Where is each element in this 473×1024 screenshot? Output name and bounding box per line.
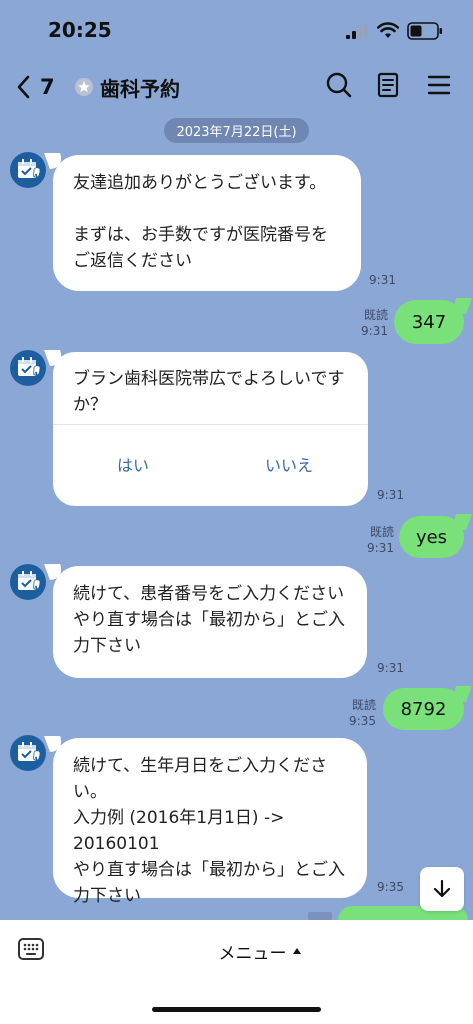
chat-title: 歯科予約 <box>100 76 180 101</box>
wifi-icon <box>377 22 399 38</box>
read-receipt: 既読 <box>351 698 376 712</box>
message-time: 9:31 <box>361 324 388 338</box>
arrow-down-icon <box>433 879 451 898</box>
outgoing-message[interactable]: yes <box>399 516 464 558</box>
triangle-up-icon <box>292 948 301 954</box>
message-text: 347 <box>411 311 447 333</box>
message-text: 続けて、生年月日をご入力ください。 入力例 (2016年1月1日) -> 201… <box>73 756 345 906</box>
bot-avatar[interactable] <box>10 564 46 600</box>
status-time: 20:25 <box>48 18 112 42</box>
message-time: 9:31 <box>377 488 404 502</box>
calendar-tooth-icon <box>18 571 41 590</box>
outgoing-message[interactable]: 347 <box>394 300 464 344</box>
card-question: ブラン歯科医院帯広でよろしいですか？ <box>73 369 345 415</box>
message-time: 9:31 <box>369 273 396 287</box>
message-text: yes <box>415 526 448 548</box>
incoming-message[interactable]: 続けて、生年月日をご入力ください。 入力例 (2016年1月1日) -> 201… <box>53 738 367 906</box>
no-button[interactable]: いいえ <box>265 452 313 476</box>
shield-icon <box>75 78 93 96</box>
unread-count: 7 <box>40 75 55 99</box>
message-time: 9:35 <box>349 714 376 728</box>
menu-icon[interactable] <box>422 68 456 102</box>
outgoing-message[interactable]: 8792 <box>383 688 464 730</box>
search-icon[interactable] <box>322 68 356 102</box>
calendar-tooth-icon <box>18 357 41 376</box>
home-indicator <box>152 1007 321 1012</box>
read-receipt: 既読 <box>369 525 394 539</box>
read-receipt <box>308 912 332 920</box>
confirm-card: ブラン歯科医院帯広でよろしいですか？ はい いいえ <box>53 352 368 506</box>
incoming-message[interactable]: 友達追加ありがとうございます。 まずは、お手数ですが医院番号を ご返信ください <box>53 155 361 291</box>
message-text: 8792 <box>400 698 447 720</box>
calendar-tooth-icon <box>18 159 41 178</box>
chat-title-area[interactable]: 歯科予約 <box>74 70 180 104</box>
battery-icon <box>407 22 442 40</box>
message-time: 9:35 <box>377 880 404 894</box>
keyboard-icon[interactable] <box>16 934 46 964</box>
message-text: 友達追加ありがとうございます。 まずは、お手数ですが医院番号を ご返信ください <box>73 173 328 271</box>
card-divider <box>53 424 368 425</box>
calendar-tooth-icon <box>18 742 41 761</box>
menu-button[interactable]: メニュー <box>200 938 320 964</box>
date-separator: 2023年7月22日(土) <box>164 118 309 143</box>
back-chevron-icon <box>17 75 30 99</box>
message-time: 9:31 <box>377 661 404 675</box>
signal-icon <box>346 24 368 39</box>
menu-label: メニュー <box>218 943 287 964</box>
back-button[interactable]: 7 <box>16 70 76 104</box>
bot-avatar[interactable] <box>10 350 46 386</box>
message-text: 続けて、患者番号をご入力ください やり直す場合は「最初から」とご入力下さい <box>73 584 345 656</box>
read-receipt: 既読 <box>363 308 388 322</box>
bot-avatar[interactable] <box>10 152 46 188</box>
incoming-message[interactable]: 続けて、患者番号をご入力ください やり直す場合は「最初から」とご入力下さい <box>53 566 367 678</box>
bot-avatar[interactable] <box>10 735 46 771</box>
yes-button[interactable]: はい <box>117 452 149 476</box>
message-time: 9:31 <box>367 541 394 555</box>
scroll-to-bottom-button[interactable] <box>420 867 464 911</box>
notes-icon[interactable] <box>371 68 405 102</box>
